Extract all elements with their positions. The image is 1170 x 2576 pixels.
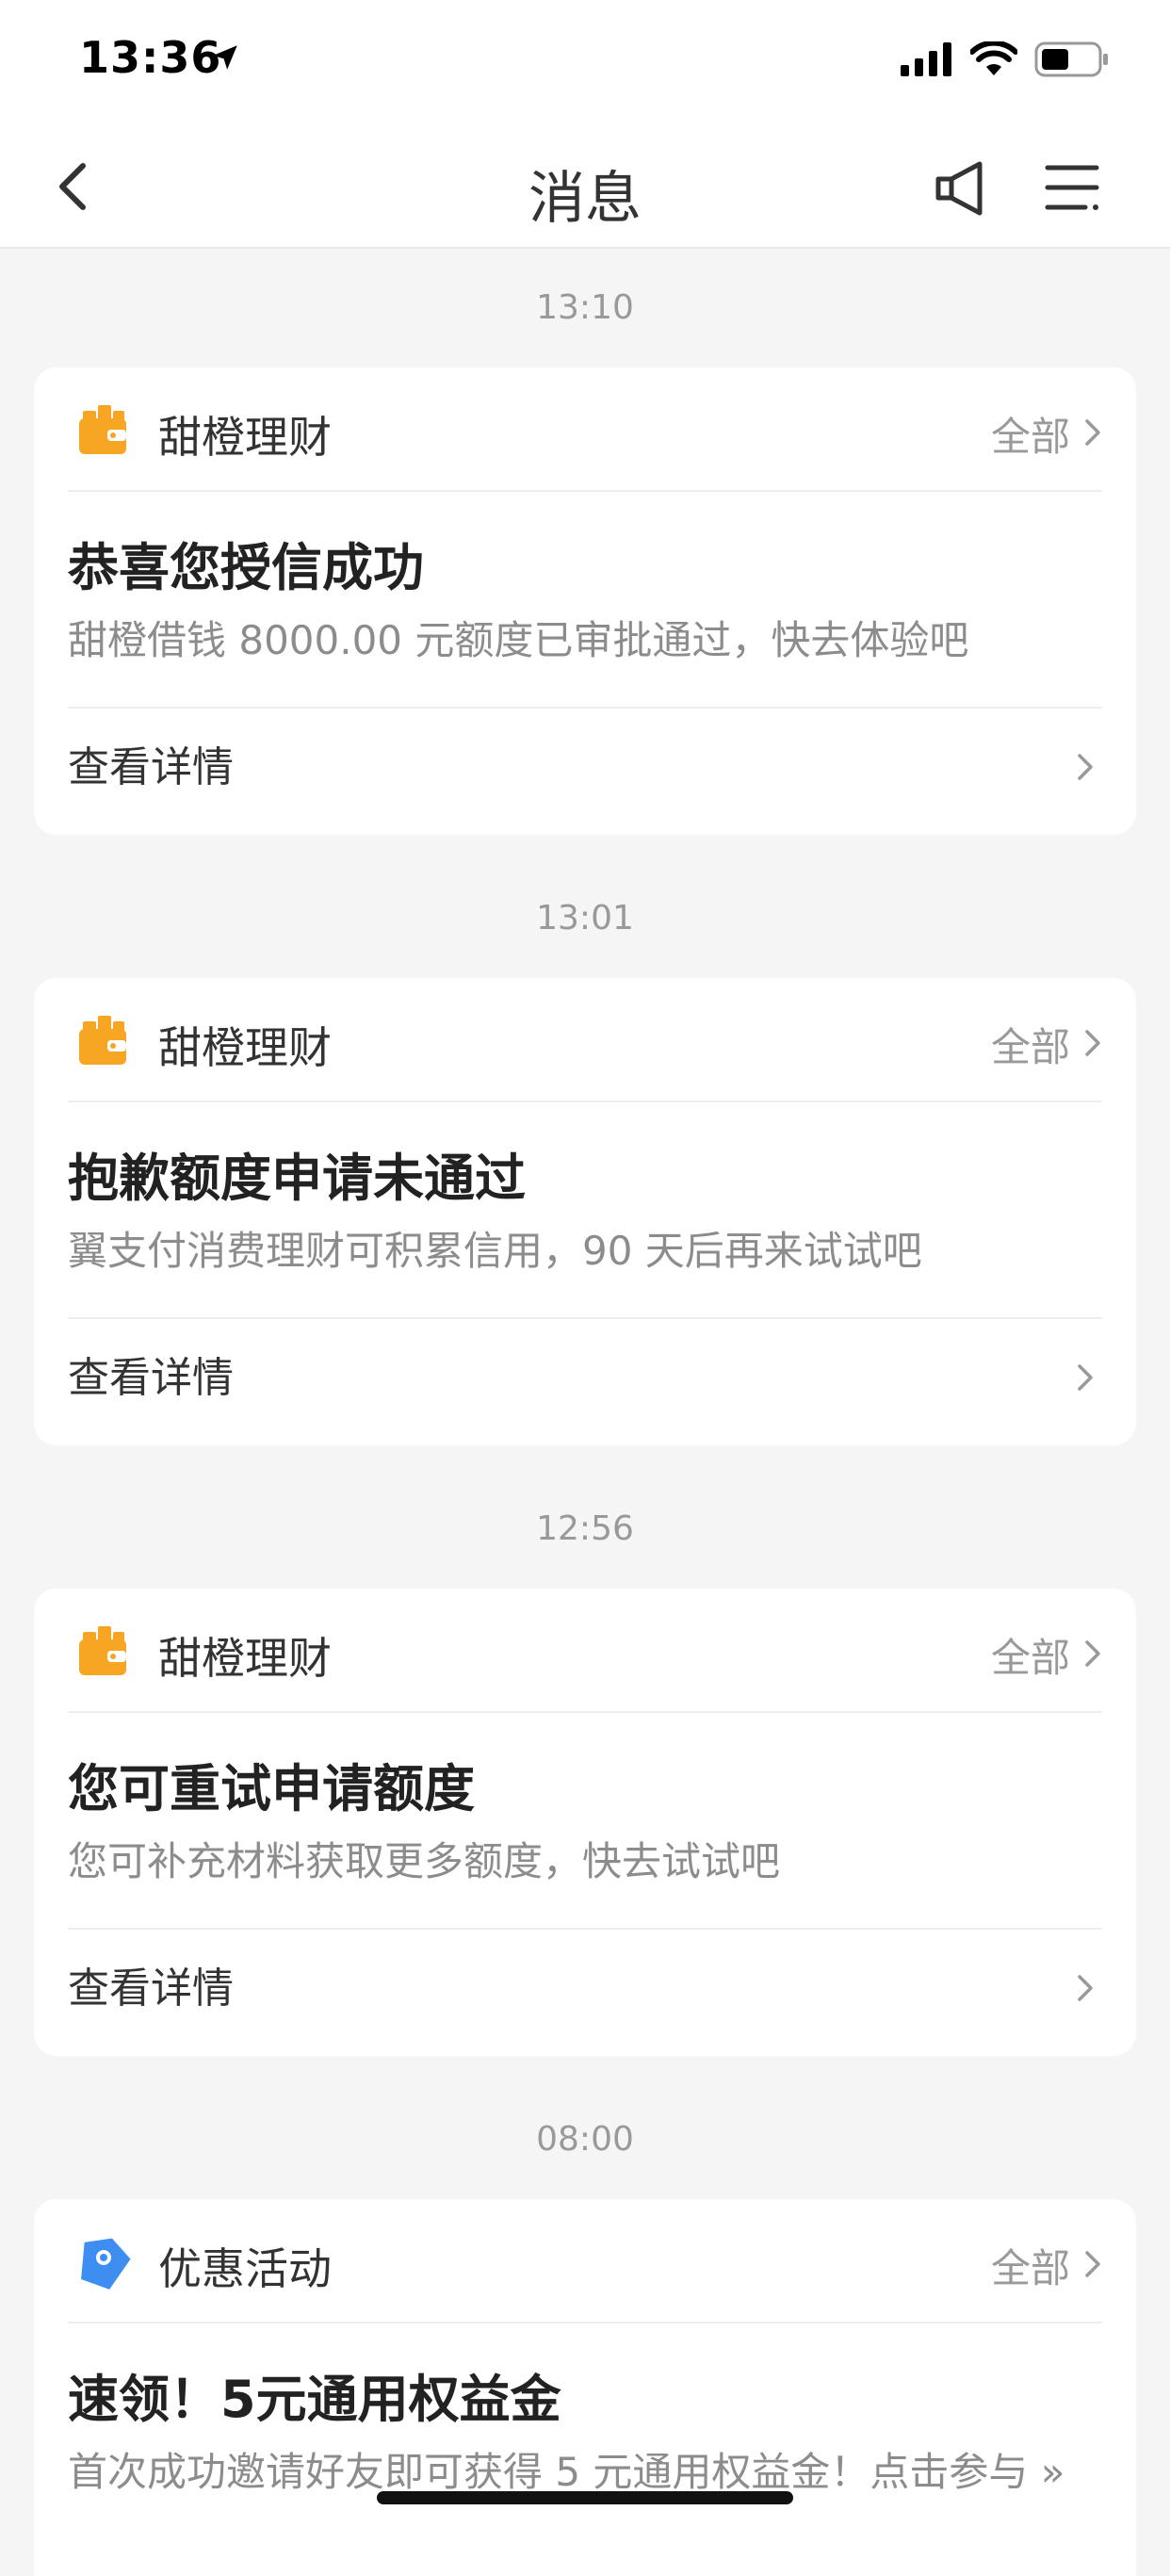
chevron-right-icon[interactable] <box>1076 1973 1095 2007</box>
card-source: 甜橙理财 <box>158 1633 332 1684</box>
status-icons <box>901 40 1110 81</box>
status-time: 13:36 <box>79 32 222 83</box>
divider <box>68 1711 1102 1713</box>
battery-icon <box>1034 41 1110 81</box>
wallet-icon <box>75 1012 132 1068</box>
card-source: 优惠活动 <box>158 2243 332 2294</box>
location-arrow-icon <box>209 41 241 77</box>
view-details-link[interactable]: 查看详情 <box>68 1344 234 1404</box>
message-time: 08:00 <box>536 2120 634 2159</box>
message-desc: 甜橙借钱 8000.00 元额度已审批通过，快去体验吧 <box>68 617 969 663</box>
chevron-right-icon[interactable] <box>1076 1362 1095 1396</box>
all-label: 全部 <box>990 414 1070 460</box>
card-header[interactable]: 优惠活动 全部 <box>34 2199 1136 2323</box>
divider <box>68 1317 1102 1319</box>
speaker-icon[interactable] <box>933 158 993 219</box>
menu-icon[interactable] <box>1044 160 1102 215</box>
chevron-right-icon <box>1083 2242 1102 2289</box>
card-header[interactable]: 甜橙理财 全部 <box>34 367 1136 492</box>
all-link[interactable]: 全部 <box>991 2237 1102 2294</box>
signal-icon <box>901 42 953 80</box>
view-details-link[interactable]: 查看详情 <box>68 733 234 793</box>
message-desc[interactable]: 首次成功邀请好友即可获得 5 元通用权益金！点击参与 » <box>68 2440 1064 2498</box>
chevron-right-icon <box>1083 411 1102 457</box>
divider <box>68 490 1102 492</box>
message-title: 恭喜您授信成功 <box>68 538 424 597</box>
divider <box>68 1928 1102 1930</box>
all-label: 全部 <box>990 1635 1070 1681</box>
wifi-icon <box>969 40 1018 81</box>
message-card: 优惠活动 全部 速领！5元通用权益金 首次成功邀请好友即可获得 5 元通用权益金… <box>34 2199 1136 2576</box>
wallet-icon <box>75 401 132 458</box>
card-source: 甜橙理财 <box>158 1022 332 1073</box>
card-source: 甜橙理财 <box>158 412 332 463</box>
page-title: 消息 <box>528 166 642 232</box>
card-header[interactable]: 甜橙理财 全部 <box>34 1589 1136 1713</box>
card-header[interactable]: 甜橙理财 全部 <box>34 978 1136 1102</box>
status-bar: 13:36 <box>0 0 1170 124</box>
tag-icon <box>75 2233 132 2290</box>
chevron-right-icon[interactable] <box>1076 752 1095 786</box>
all-label: 全部 <box>990 2245 1070 2291</box>
message-time: 13:01 <box>536 899 634 937</box>
message-desc: 您可补充材料获取更多额度，快去试试吧 <box>68 1838 781 1884</box>
message-card: 甜橙理财 全部 抱歉额度申请未通过 翼支付消费理财可积累信用，90 天后再来试试… <box>34 978 1136 1445</box>
wallet-icon <box>75 1622 132 1679</box>
message-card: 甜橙理财 全部 恭喜您授信成功 甜橙借钱 8000.00 元额度已审批通过，快去… <box>34 367 1136 835</box>
chevron-right-icon <box>1083 1632 1102 1678</box>
divider <box>68 1101 1102 1102</box>
message-title: 抱歉额度申请未通过 <box>68 1149 526 1208</box>
view-details-link[interactable]: 查看详情 <box>68 1954 234 2014</box>
message-time: 13:10 <box>536 288 634 327</box>
divider <box>68 707 1102 709</box>
home-indicator <box>377 2491 793 2504</box>
all-label: 全部 <box>990 1024 1070 1070</box>
message-card: 甜橙理财 全部 您可重试申请额度 您可补充材料获取更多额度，快去试试吧 查看详情 <box>34 1589 1136 2056</box>
message-desc: 翼支付消费理财可积累信用，90 天后再来试试吧 <box>68 1228 922 1274</box>
message-title: 您可重试申请额度 <box>68 1759 475 1818</box>
message-title: 速领！5元通用权益金 <box>68 2370 561 2429</box>
divider <box>68 2322 1102 2323</box>
all-link[interactable]: 全部 <box>991 1016 1102 1073</box>
all-link[interactable]: 全部 <box>991 1626 1102 1684</box>
all-link[interactable]: 全部 <box>991 405 1102 463</box>
chevron-right-icon <box>1083 1021 1102 1068</box>
message-time: 12:56 <box>536 1509 634 1548</box>
nav-bar: 消息 <box>0 124 1170 249</box>
